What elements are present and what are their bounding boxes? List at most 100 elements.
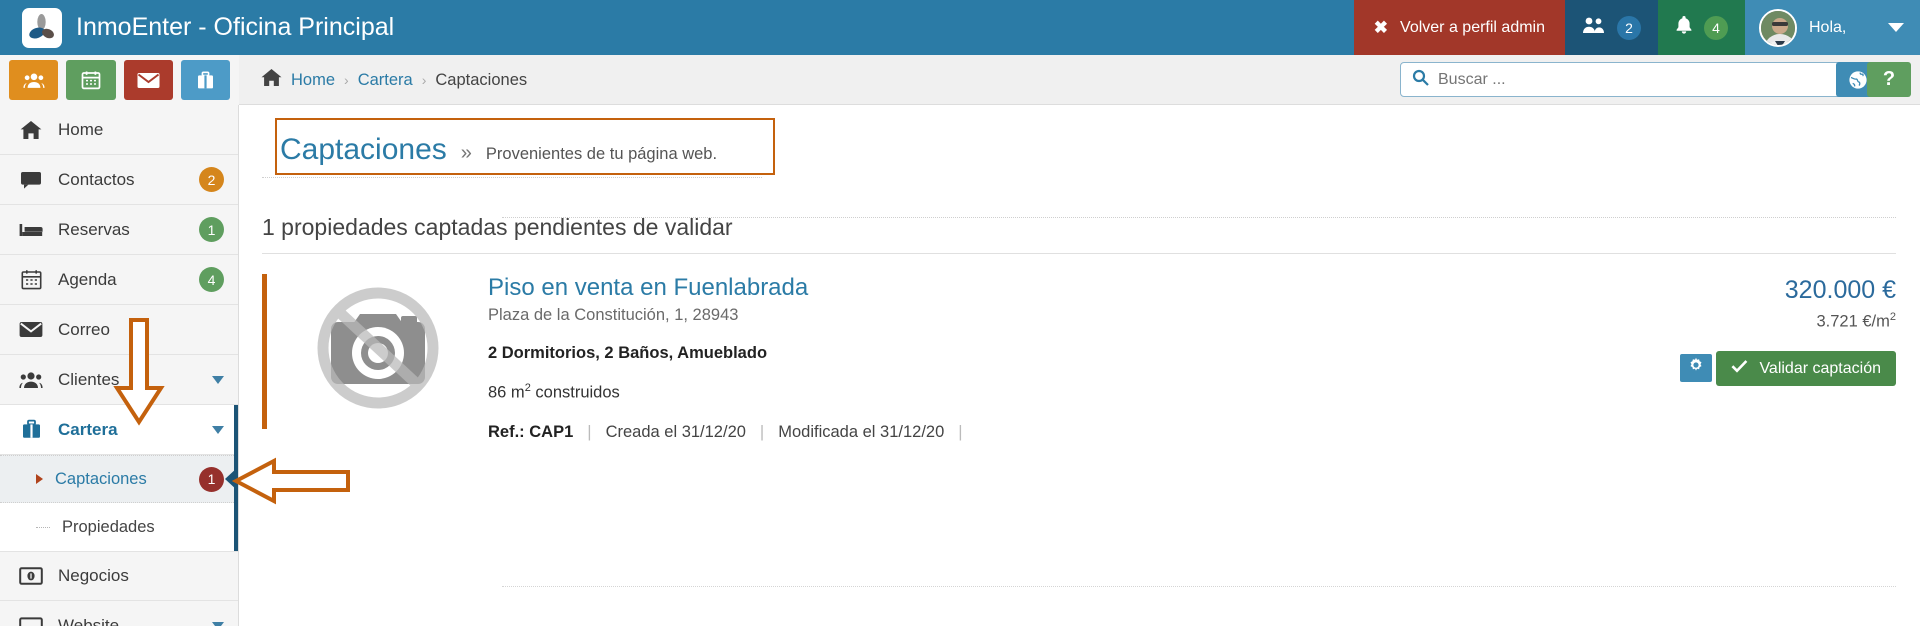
brand-area[interactable]: InmoEnter - Oficina Principal bbox=[0, 0, 394, 55]
meta-separator: | bbox=[759, 422, 765, 441]
property-modified: Modificada el 31/12/20 bbox=[778, 422, 945, 441]
list-divider bbox=[262, 253, 1896, 254]
sidebar-item-propiedades[interactable]: Propiedades bbox=[0, 503, 238, 551]
trefoil-logo-icon bbox=[22, 7, 62, 48]
page-header: Captaciones » Provenientes de tu página … bbox=[262, 127, 762, 178]
window-icon bbox=[18, 616, 44, 626]
sidebar-group-cartera: Cartera Captaciones 1 Propiedades bbox=[0, 405, 238, 551]
briefcase-icon bbox=[18, 419, 44, 440]
property-size: 86 m2 construidos bbox=[488, 382, 1646, 403]
bed-icon bbox=[18, 221, 44, 239]
page-head-divider bbox=[502, 217, 1896, 218]
close-x-icon: ✖ bbox=[1373, 17, 1389, 37]
sidebar-item-label: Contactos bbox=[58, 169, 135, 189]
sidebar-item-label: Correo bbox=[58, 319, 110, 339]
sidebar-item-clientes[interactable]: Clientes bbox=[0, 355, 238, 405]
property-settings-button[interactable] bbox=[1679, 353, 1712, 382]
sidebar-item-label: Cartera bbox=[58, 419, 118, 439]
sidebar-item-reservas[interactable]: Reservas 1 bbox=[0, 205, 238, 255]
sidebar-item-label: Negocios bbox=[58, 566, 129, 585]
property-unit-price: 3.721 €/m2 bbox=[1646, 311, 1896, 332]
quick-action-clients[interactable] bbox=[9, 60, 59, 100]
property-price: 320.000 € bbox=[1784, 276, 1896, 304]
property-accent-bar bbox=[262, 274, 267, 429]
home-icon bbox=[18, 120, 44, 140]
breadcrumb-separator: › bbox=[344, 72, 349, 88]
sidebar-item-label: Agenda bbox=[58, 269, 117, 289]
user-menu-button[interactable]: Hola, bbox=[1745, 0, 1920, 55]
active-group-rail bbox=[234, 405, 238, 551]
sidebar-item-agenda[interactable]: Agenda 4 bbox=[0, 255, 238, 305]
home-icon[interactable] bbox=[261, 68, 282, 92]
property-actions: 320.000 € 3.721 €/m2 Validar captación bbox=[1646, 272, 1896, 447]
app-root: InmoEnter - Oficina Principal ✖ Volver a… bbox=[0, 0, 1920, 626]
property-ref: Ref.: CAP1 bbox=[488, 422, 574, 441]
back-to-admin-label: Volver a perfil admin bbox=[1400, 18, 1545, 36]
search-input[interactable] bbox=[1438, 70, 1836, 89]
sidebar-item-cartera[interactable]: Cartera bbox=[0, 405, 238, 455]
meta-separator: | bbox=[958, 422, 963, 441]
sidebar: Home Contactos 2 Reservas 1 Agenda 4 Cor… bbox=[0, 105, 239, 626]
gear-icon bbox=[1688, 357, 1704, 378]
users-badge-button[interactable]: 2 bbox=[1565, 0, 1658, 55]
search-area bbox=[1400, 62, 1848, 97]
quick-action-mail[interactable] bbox=[123, 60, 173, 100]
sidebar-badge-contactos: 2 bbox=[199, 167, 224, 192]
main-content: Captaciones » Provenientes de tu página … bbox=[240, 105, 1920, 626]
notifications-count: 4 bbox=[1704, 15, 1728, 40]
tree-dash-icon bbox=[36, 526, 50, 528]
sidebar-item-contactos[interactable]: Contactos 2 bbox=[0, 155, 238, 205]
help-button[interactable]: ? bbox=[1867, 62, 1911, 97]
sidebar-item-home[interactable]: Home bbox=[0, 105, 238, 155]
back-to-admin-button[interactable]: ✖ Volver a perfil admin bbox=[1353, 0, 1565, 55]
chevron-down-icon bbox=[1888, 23, 1904, 32]
sidebar-subitem-label: Propiedades bbox=[62, 517, 155, 536]
quick-action-cartera[interactable] bbox=[180, 60, 230, 100]
sidebar-item-label: Website bbox=[58, 615, 120, 626]
chevron-down-icon bbox=[212, 375, 224, 384]
sidebar-item-captaciones[interactable]: Captaciones 1 bbox=[0, 455, 238, 503]
breadcrumb-item-captaciones: Captaciones bbox=[435, 70, 528, 89]
bell-icon bbox=[1675, 15, 1693, 40]
avatar bbox=[1759, 8, 1797, 47]
property-size-value: 86 m bbox=[488, 383, 525, 402]
calendar-icon bbox=[18, 269, 44, 290]
validate-capture-button[interactable]: Validar captación bbox=[1716, 351, 1896, 386]
users-count: 2 bbox=[1617, 15, 1641, 40]
envelope-icon bbox=[18, 321, 44, 338]
property-thumbnail bbox=[268, 272, 488, 447]
sidebar-badge-captaciones: 1 bbox=[199, 466, 224, 492]
top-header-bar: InmoEnter - Oficina Principal ✖ Volver a… bbox=[0, 0, 1920, 55]
breadcrumb-item-cartera[interactable]: Cartera bbox=[358, 71, 413, 90]
quick-action-agenda[interactable] bbox=[66, 60, 116, 100]
list-heading: 1 propiedades captadas pendientes de val… bbox=[262, 214, 733, 240]
property-size-suffix: construidos bbox=[530, 383, 620, 402]
list-bottom-divider bbox=[502, 586, 1896, 587]
sidebar-item-website[interactable]: Website bbox=[0, 601, 238, 626]
page-title-chevron: » bbox=[460, 142, 472, 164]
sidebar-item-negocios[interactable]: Negocios bbox=[0, 551, 238, 601]
chevron-down-icon bbox=[212, 425, 224, 434]
property-card[interactable]: Piso en venta en Fuenlabrada Plaza de la… bbox=[262, 272, 1896, 447]
search-icon bbox=[1412, 69, 1429, 91]
breadcrumb-item-home[interactable]: Home bbox=[291, 71, 335, 90]
sidebar-item-label: Reservas bbox=[58, 219, 130, 239]
property-title-link[interactable]: Piso en venta en Fuenlabrada bbox=[488, 274, 1646, 302]
sidebar-subitem-label: Captaciones bbox=[55, 469, 147, 488]
notifications-badge-button[interactable]: 4 bbox=[1658, 0, 1745, 55]
property-address: Plaza de la Constitución, 1, 28943 bbox=[488, 306, 739, 325]
property-created: Creada el 31/12/20 bbox=[605, 422, 746, 441]
money-icon bbox=[18, 567, 44, 585]
meta-separator: | bbox=[587, 422, 592, 441]
users-icon bbox=[18, 371, 44, 389]
property-unit-superscript: 2 bbox=[1889, 311, 1896, 323]
breadcrumb: Home › Cartera › Captaciones bbox=[239, 55, 527, 105]
property-unit-price-value: 3.721 €/m bbox=[1816, 312, 1890, 331]
chevron-down-icon bbox=[212, 621, 224, 626]
search-box[interactable] bbox=[1400, 62, 1848, 97]
caret-right-icon bbox=[36, 474, 43, 484]
quick-actions-bar bbox=[0, 55, 239, 105]
page-title: Captaciones bbox=[280, 133, 447, 166]
sidebar-badge-reservas: 1 bbox=[199, 217, 224, 242]
sidebar-item-correo[interactable]: Correo bbox=[0, 305, 238, 355]
